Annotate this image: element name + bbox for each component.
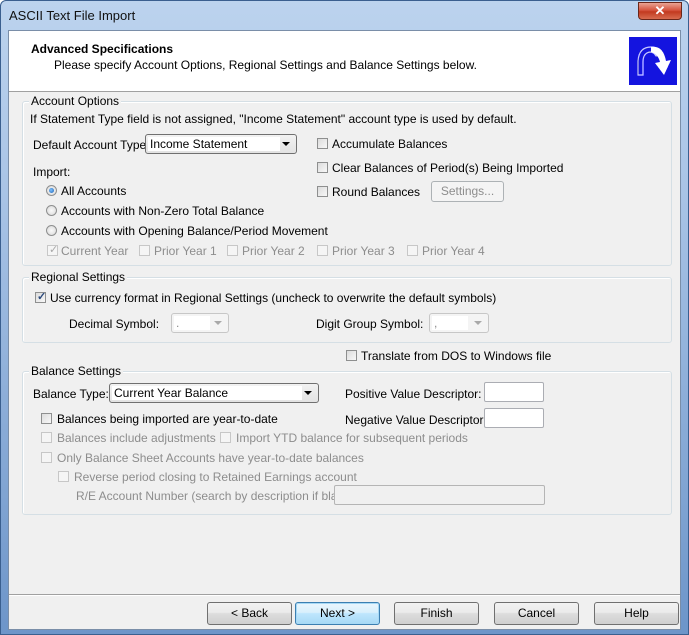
radio-opening-balance-movement[interactable] bbox=[46, 225, 57, 236]
negative-descriptor-label: Negative Value Descriptor: bbox=[345, 413, 487, 427]
positive-descriptor-label: Positive Value Descriptor: bbox=[345, 387, 482, 401]
regional-settings-group: Regional Settings ✓ Use currency format … bbox=[22, 270, 672, 343]
checkbox-reverse-period-closing-label[interactable]: Reverse period closing to Retained Earni… bbox=[74, 470, 357, 484]
wizard-header: Advanced Specifications Please specify A… bbox=[9, 31, 680, 92]
checkbox-ytd-balances-label[interactable]: Balances being imported are year-to-date bbox=[57, 412, 278, 426]
dialog-client: Advanced Specifications Please specify A… bbox=[8, 30, 681, 630]
checkbox-include-adjustments-label[interactable]: Balances include adjustments bbox=[57, 431, 216, 445]
checkbox-only-balance-sheet-label[interactable]: Only Balance Sheet Accounts have year-to… bbox=[57, 451, 364, 465]
re-account-number-label: R/E Account Number (search by descriptio… bbox=[76, 489, 358, 503]
next-button[interactable]: Next > bbox=[295, 602, 380, 625]
radio-non-zero-balance[interactable] bbox=[46, 205, 57, 216]
balance-type-select[interactable]: Current Year Balance bbox=[109, 383, 319, 403]
negative-descriptor-input[interactable] bbox=[484, 408, 544, 428]
digit-group-symbol-label: Digit Group Symbol: bbox=[316, 317, 424, 331]
checkbox-clear-balances[interactable] bbox=[317, 162, 328, 173]
checkbox-use-currency-format-label[interactable]: Use currency format in Regional Settings… bbox=[50, 291, 496, 305]
default-type-note: If Statement Type field is not assigned,… bbox=[30, 112, 517, 126]
checkbox-round-balances[interactable] bbox=[317, 186, 328, 197]
decimal-symbol-value: . bbox=[174, 316, 210, 330]
checkbox-use-currency-format[interactable]: ✓ bbox=[35, 291, 47, 303]
close-button[interactable]: ✕ bbox=[638, 2, 682, 20]
page-subtitle: Please specify Account Options, Regional… bbox=[54, 58, 477, 72]
checkbox-prior-year-2[interactable] bbox=[227, 245, 238, 256]
checkbox-translate-dos-label[interactable]: Translate from DOS to Windows file bbox=[361, 349, 551, 363]
cancel-button[interactable]: Cancel bbox=[494, 602, 579, 625]
chevron-down-icon bbox=[304, 391, 312, 395]
close-icon: ✕ bbox=[654, 3, 666, 18]
back-button[interactable]: < Back bbox=[207, 602, 292, 625]
checkbox-round-balances-label[interactable]: Round Balances bbox=[332, 185, 420, 199]
balance-type-value: Current Year Balance bbox=[112, 386, 302, 400]
radio-all-accounts-label[interactable]: All Accounts bbox=[61, 184, 126, 198]
footer-separator bbox=[9, 594, 680, 596]
checkbox-prior-year-2-label[interactable]: Prior Year 2 bbox=[242, 244, 305, 258]
digit-group-symbol-select[interactable]: , bbox=[429, 313, 489, 333]
default-account-type-value: Income Statement bbox=[148, 137, 280, 151]
check-icon: ✓ bbox=[49, 244, 59, 256]
title-bar[interactable]: ASCII Text File Import ✕ bbox=[1, 1, 688, 29]
window-title: ASCII Text File Import bbox=[9, 8, 136, 23]
check-icon: ✓ bbox=[37, 291, 47, 303]
regional-settings-legend: Regional Settings bbox=[29, 270, 128, 284]
checkbox-prior-year-3-label[interactable]: Prior Year 3 bbox=[332, 244, 395, 258]
redo-arrow-icon bbox=[629, 37, 677, 85]
account-options-legend: Account Options bbox=[29, 94, 122, 108]
balance-settings-group: Balance Settings Balance Type: Current Y… bbox=[22, 364, 672, 515]
balance-settings-legend: Balance Settings bbox=[29, 364, 124, 378]
page-title: Advanced Specifications bbox=[31, 42, 174, 56]
import-dialog: ASCII Text File Import ✕ Advanced Specif… bbox=[0, 0, 689, 635]
checkbox-accumulate-balances[interactable] bbox=[317, 138, 328, 149]
checkbox-import-ytd-subsequent-label[interactable]: Import YTD balance for subsequent period… bbox=[236, 431, 468, 445]
checkbox-include-adjustments[interactable] bbox=[41, 432, 52, 443]
round-settings-button[interactable]: Settings... bbox=[431, 181, 504, 202]
re-account-number-input[interactable] bbox=[334, 485, 545, 505]
checkbox-reverse-period-closing[interactable] bbox=[58, 471, 69, 482]
balance-type-label: Balance Type: bbox=[33, 387, 109, 401]
finish-button[interactable]: Finish bbox=[394, 602, 479, 625]
digit-group-symbol-value: , bbox=[432, 316, 468, 330]
checkbox-translate-dos[interactable] bbox=[346, 350, 357, 361]
decimal-symbol-select[interactable]: . bbox=[171, 313, 229, 333]
decimal-symbol-label: Decimal Symbol: bbox=[69, 317, 160, 331]
checkbox-accumulate-balances-label[interactable]: Accumulate Balances bbox=[332, 137, 447, 151]
help-button[interactable]: Help bbox=[594, 602, 679, 625]
default-account-type-label: Default Account Type: bbox=[33, 138, 150, 152]
checkbox-ytd-balances[interactable] bbox=[41, 413, 52, 424]
checkbox-import-ytd-subsequent[interactable] bbox=[220, 432, 231, 443]
checkbox-prior-year-3[interactable] bbox=[317, 245, 328, 256]
checkbox-only-balance-sheet[interactable] bbox=[41, 452, 52, 463]
checkbox-clear-balances-label[interactable]: Clear Balances of Period(s) Being Import… bbox=[332, 161, 563, 175]
import-label: Import: bbox=[33, 165, 71, 179]
radio-non-zero-balance-label[interactable]: Accounts with Non-Zero Total Balance bbox=[61, 204, 264, 218]
radio-all-accounts[interactable] bbox=[46, 185, 57, 196]
checkbox-prior-year-1[interactable] bbox=[139, 245, 150, 256]
checkbox-prior-year-4-label[interactable]: Prior Year 4 bbox=[422, 244, 485, 258]
default-account-type-select[interactable]: Income Statement bbox=[145, 134, 297, 154]
chevron-down-icon bbox=[474, 321, 482, 325]
checkbox-current-year[interactable]: ✓ bbox=[47, 244, 59, 256]
checkbox-current-year-label[interactable]: Current Year bbox=[61, 244, 128, 258]
account-options-group: Account Options If Statement Type field … bbox=[22, 94, 672, 266]
positive-descriptor-input[interactable] bbox=[484, 382, 544, 402]
checkbox-prior-year-4[interactable] bbox=[407, 245, 418, 256]
chevron-down-icon bbox=[214, 321, 222, 325]
checkbox-prior-year-1-label[interactable]: Prior Year 1 bbox=[154, 244, 217, 258]
chevron-down-icon bbox=[282, 142, 290, 146]
radio-opening-balance-movement-label[interactable]: Accounts with Opening Balance/Period Mov… bbox=[61, 224, 328, 238]
